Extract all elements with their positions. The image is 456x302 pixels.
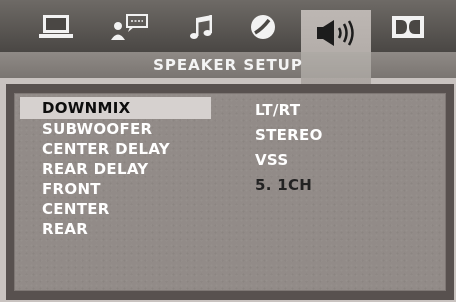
menu-item-center-delay[interactable]: CENTER DELAY <box>42 140 170 158</box>
option-lt-rt[interactable]: LT/RT <box>255 101 300 119</box>
tab-video[interactable] <box>246 4 280 50</box>
language-icon <box>109 12 151 42</box>
setup-screen: SPEAKER SETUP DOWNMIX SUBWOOFER CENTER D… <box>0 0 456 302</box>
option-5-1ch[interactable]: 5. 1CH <box>255 176 312 194</box>
tab-audio[interactable] <box>184 4 218 50</box>
monitor-icon <box>37 13 75 41</box>
menu-item-rear[interactable]: REAR <box>42 220 88 238</box>
video-icon <box>248 12 278 42</box>
menu-item-rear-delay[interactable]: REAR DELAY <box>42 160 148 178</box>
music-note-icon <box>187 12 215 42</box>
tab-dolby[interactable] <box>388 4 428 50</box>
speaker-icon <box>314 18 358 48</box>
menu-item-front[interactable]: FRONT <box>42 180 101 198</box>
menu-item-center[interactable]: CENTER <box>42 200 110 218</box>
dolby-icon <box>391 14 425 40</box>
menu-item-subwoofer[interactable]: SUBWOOFER <box>42 120 152 138</box>
menu-item-downmix[interactable]: DOWNMIX <box>42 99 130 117</box>
option-vss[interactable]: VSS <box>255 151 288 169</box>
tab-language[interactable] <box>108 4 152 50</box>
page-title: SPEAKER SETUP <box>153 56 303 74</box>
option-stereo[interactable]: STEREO <box>255 126 323 144</box>
tab-general[interactable] <box>36 4 76 50</box>
